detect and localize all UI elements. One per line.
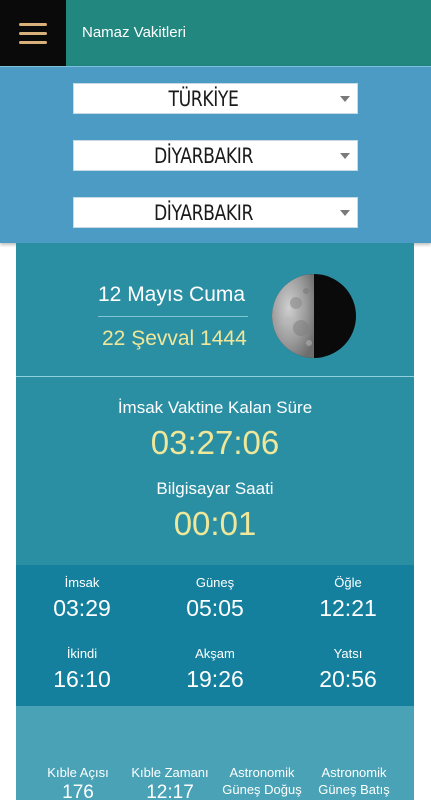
- astronomic-sunrise: Astronomik Güneş Doğuş: [216, 764, 308, 800]
- astronomic-sunrise-label: Astronomik Güneş Doğuş: [222, 765, 302, 797]
- city-select[interactable]: DİYARBAKIR: [73, 140, 358, 171]
- chevron-down-icon: [340, 96, 350, 102]
- app-bar: Namaz Vakitleri: [0, 0, 431, 66]
- half-moon-icon: [272, 274, 356, 358]
- section-divider: [16, 376, 414, 377]
- gregorian-date: 12 Mayıs Cuma: [98, 283, 246, 306]
- hamburger-menu-icon[interactable]: [0, 0, 66, 66]
- city-select-value: DİYARBAKIR: [153, 144, 254, 168]
- prayer-name: Akşam: [195, 646, 235, 661]
- qibla-angle-value: 176: [62, 782, 94, 800]
- menu-line: [19, 22, 47, 26]
- menu-line: [19, 40, 47, 44]
- qibla-astronomic-section: Kıble Açısı 176 Kıble Zamanı 12:17 Astro…: [16, 706, 414, 800]
- qibla-time-label: Kıble Zamanı: [131, 765, 209, 780]
- prayer-name: Öğle: [334, 575, 362, 590]
- prayer-time-gunes: Güneş 05:05: [149, 575, 281, 622]
- clock-value: 00:01: [173, 505, 257, 542]
- prayer-time-ikindi: İkindi 16:10: [16, 646, 148, 693]
- prayer-time: 05:05: [186, 595, 244, 621]
- prayer-time-ogle: Öğle 12:21: [282, 575, 414, 622]
- app-title: Namaz Vakitleri: [82, 24, 186, 41]
- prayer-name: Güneş: [195, 575, 235, 590]
- prayer-time: 20:56: [319, 666, 377, 692]
- prayer-time: 16:10: [53, 666, 111, 692]
- hijri-date: 22 Şevval 1444: [102, 327, 247, 350]
- prayer-card: 12 Mayıs Cuma 22 Şevval 1444 İmsak Vakti…: [16, 243, 414, 800]
- date-divider: [98, 316, 248, 317]
- astronomic-sunset-label: Astronomik Güneş Batış: [318, 765, 390, 797]
- qibla-time: Kıble Zamanı 12:17: [124, 764, 216, 800]
- district-select[interactable]: DİYARBAKIR: [73, 197, 358, 228]
- clock-label: Bilgisayar Saati: [156, 479, 274, 498]
- menu-line: [19, 31, 47, 35]
- countdown-value: 03:27:06: [150, 424, 280, 461]
- chevron-down-icon: [340, 153, 350, 159]
- prayer-times-grid: İmsak 03:29 Güneş 05:05 Öğle 12:21 İkind…: [16, 565, 414, 706]
- date-block: 12 Mayıs Cuma 22 Şevval 1444: [16, 243, 414, 376]
- prayer-time-aksam: Akşam 19:26: [149, 646, 281, 693]
- prayer-time-imsak: İmsak 03:29: [16, 575, 148, 622]
- prayer-name: Yatsı: [333, 646, 363, 661]
- prayer-time: 19:26: [186, 666, 244, 692]
- qibla-angle-label: Kıble Açısı: [47, 765, 109, 780]
- chevron-down-icon: [340, 210, 350, 216]
- district-select-value: DİYARBAKIR: [153, 201, 254, 225]
- prayer-name: İkindi: [66, 646, 98, 661]
- astronomic-sunset: Astronomik Güneş Batış: [308, 764, 400, 800]
- prayer-time-yatsi: Yatsı 20:56: [282, 646, 414, 693]
- country-select[interactable]: TÜRKİYE: [73, 83, 358, 114]
- country-select-value: TÜRKİYE: [168, 87, 239, 111]
- countdown-label: İmsak Vaktine Kalan Süre: [117, 398, 313, 417]
- prayer-time: 12:21: [319, 595, 377, 621]
- location-panel: TÜRKİYE DİYARBAKIR DİYARBAKIR: [0, 66, 431, 243]
- prayer-name: İmsak: [64, 575, 100, 590]
- prayer-time: 03:29: [53, 595, 111, 621]
- qibla-angle: Kıble Açısı 176: [32, 764, 124, 800]
- qibla-time-value: 12:17: [146, 782, 194, 800]
